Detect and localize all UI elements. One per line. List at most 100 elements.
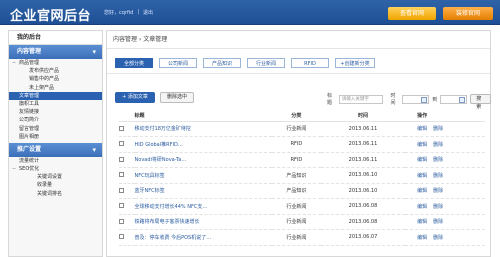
tab-all-categories[interactable]: 全部分类 [115, 58, 153, 68]
tab-product-knowledge[interactable]: 产品知识 [203, 58, 241, 68]
collapse-icon[interactable]: − [12, 59, 16, 67]
row-select-cell [119, 152, 135, 168]
row-select-cell [119, 183, 135, 199]
article-category: 行业新闻 [272, 229, 321, 246]
row-checkbox[interactable] [119, 156, 124, 162]
row-checkbox[interactable] [119, 203, 124, 209]
sidebar-item-unlisted-products[interactable]: 未上架产品 [9, 84, 102, 92]
calendar-icon[interactable] [421, 96, 428, 103]
delete-link[interactable]: 删除 [433, 235, 443, 241]
article-title-link[interactable]: 铁路将布局电子客票快速增长 [134, 214, 273, 230]
article-title-link[interactable]: 普及：停车收费 今后POS机说了… [134, 229, 273, 246]
end-date-input[interactable] [440, 94, 468, 104]
sidebar-item-keyword-settings[interactable]: 关键词设置 [9, 173, 102, 181]
create-category-button[interactable]: +创建新分类 [335, 58, 375, 68]
article-category: RFID [272, 152, 321, 168]
sidebar-item-traffic-stats[interactable]: 流量统计 [9, 157, 102, 165]
sidebar-section-content[interactable]: 内容管理 ▾ [9, 45, 102, 59]
table-row: 普及：停车收费 今后POS机说了… 行业新闻 2013.06.07 编辑 删除 [119, 229, 485, 246]
row-select-cell [119, 136, 135, 153]
delete-selected-button[interactable]: 删除选中 [160, 92, 194, 103]
view-site-button[interactable]: 查看官网 [388, 7, 436, 20]
edit-link[interactable]: 编辑 [417, 235, 427, 241]
edit-link[interactable]: 编辑 [417, 173, 427, 179]
table-row: 蓝牙NFC标签 产品知识 2013.06.10 编辑 删除 [119, 183, 485, 199]
add-article-button[interactable]: + 添加文章 [115, 92, 155, 103]
sidebar-item-company-intro[interactable]: 公司简介 [9, 116, 102, 124]
row-checkbox[interactable] [119, 218, 124, 224]
delete-link[interactable]: 删除 [433, 126, 443, 132]
sidebar-item-friend-links[interactable]: 友情链接 [9, 108, 102, 116]
divider [107, 73, 490, 74]
edit-link[interactable]: 编辑 [417, 126, 427, 132]
edit-link[interactable]: 编辑 [417, 142, 427, 148]
sidebar-item-messages[interactable]: 留言管理 [9, 125, 102, 133]
sidebar-title: 我的后台 [9, 31, 102, 45]
article-title-link[interactable]: 移动支付18万亿金矿待挖 [134, 121, 273, 137]
row-checkbox[interactable] [119, 187, 124, 193]
main-panel: 内容管理 › 文章管理 全部分类 公司新闻 产品知识 行业新闻 RFID +创建… [106, 30, 492, 257]
sidebar-item-banner-tools[interactable]: 旗帜工具 [9, 100, 102, 108]
keyword-input[interactable]: 请输入关键字 [338, 94, 384, 104]
article-date: 2013.06.10 [320, 167, 406, 184]
article-title-link[interactable]: 全球移动支付增长44% NFC支… [134, 198, 273, 215]
sidebar-item-seo[interactable]: − SEO优化 [9, 165, 102, 173]
logout-link[interactable]: 退出 [143, 9, 153, 16]
row-checkbox[interactable] [119, 234, 124, 240]
username[interactable]: cqrfid [119, 10, 133, 16]
sidebar-item-indexed-count[interactable]: 收录量 [9, 181, 102, 189]
row-checkbox[interactable] [119, 125, 124, 131]
decorate-site-button[interactable]: 装修官网 [443, 7, 493, 20]
collapse-icon[interactable]: − [12, 165, 16, 173]
delete-link[interactable]: 删除 [433, 157, 443, 163]
delete-link[interactable]: 删除 [433, 219, 443, 225]
sidebar-item-selling-products[interactable]: 销售中的产品 [9, 75, 102, 83]
edit-link[interactable]: 编辑 [417, 157, 427, 163]
row-actions: 编辑 删除 [405, 229, 485, 246]
article-date: 2013.06.10 [320, 183, 406, 199]
row-select-cell [119, 214, 135, 230]
sidebar-item-publish-product[interactable]: 发布供应产品 [9, 67, 102, 75]
article-title-link[interactable]: Novadi将研Nova-Ta… [134, 152, 273, 168]
breadcrumb: 内容管理 › 文章管理 [107, 31, 490, 49]
sidebar-item-articles[interactable]: 文章管理 [9, 91, 102, 100]
row-select-cell [119, 229, 135, 246]
tab-company-news[interactable]: 公司新闻 [159, 58, 197, 68]
start-date-input[interactable] [402, 94, 430, 104]
edit-link[interactable]: 编辑 [417, 204, 427, 210]
search-button[interactable]: 搜索 [470, 94, 492, 110]
row-select-cell [119, 121, 135, 137]
delete-link[interactable]: 删除 [433, 173, 443, 179]
article-title-link[interactable]: NFC玩具标签 [134, 167, 273, 184]
article-title-link[interactable]: HID Global推RFID… [134, 136, 273, 153]
edit-link[interactable]: 编辑 [417, 188, 427, 194]
chevron-down-icon: ▾ [92, 48, 96, 56]
row-select-cell [119, 198, 135, 215]
title-label: 标题 [327, 93, 333, 106]
tab-rfid[interactable]: RFID [291, 58, 329, 68]
row-actions: 编辑 删除 [405, 136, 485, 153]
calendar-icon[interactable] [459, 96, 466, 103]
sidebar-item-photo-album[interactable]: 图片相册 [9, 133, 102, 141]
top-header: 企业官网后台 您好，cqrfid | 退出 查看官网 装修官网 [0, 0, 500, 25]
table-row: 全球移动支付增长44% NFC支… 行业新闻 2013.06.08 编辑 删除 [119, 198, 485, 215]
delete-link[interactable]: 删除 [433, 142, 443, 148]
user-greeting: 您好，cqrfid [104, 10, 134, 16]
sidebar-item-products[interactable]: − 商品管理 [9, 59, 102, 67]
tab-industry-news[interactable]: 行业新闻 [247, 58, 285, 68]
column-header-time: 时间 [320, 111, 406, 122]
delete-link[interactable]: 删除 [433, 204, 443, 210]
search-filter: 标题 请输入关键字 时间 到 搜索 [327, 92, 492, 110]
sidebar-section-promotion[interactable]: 推广设置 ▾ [9, 142, 102, 157]
table-row: NFC玩具标签 产品知识 2013.06.10 编辑 删除 [119, 167, 485, 184]
delete-link[interactable]: 删除 [433, 188, 443, 194]
table-row: 移动支付18万亿金矿待挖 行业新闻 2013.06.11 编辑 删除 [119, 121, 485, 137]
row-checkbox[interactable] [119, 141, 124, 147]
edit-link[interactable]: 编辑 [417, 219, 427, 225]
row-checkbox[interactable] [119, 172, 124, 178]
row-actions: 编辑 删除 [405, 121, 485, 137]
article-date: 2013.06.11 [320, 121, 406, 137]
article-title-link[interactable]: 蓝牙NFC标签 [134, 183, 273, 199]
sidebar-item-keyword-ranking[interactable]: 关键词排名 [9, 190, 102, 198]
select-column-header [119, 111, 135, 122]
